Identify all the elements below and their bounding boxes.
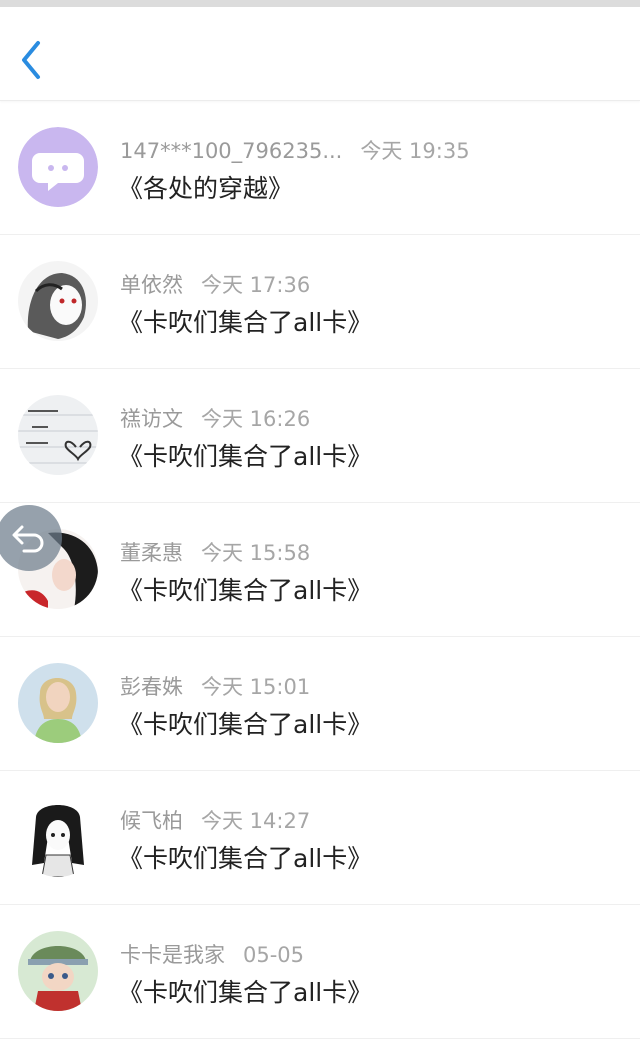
message-preview: 《卡吹们集合了all卡》	[118, 308, 373, 337]
conversation-list: 147***100_796235... 今天 19:35 《各处的穿越》 单依然今…	[0, 101, 640, 1039]
avatar[interactable]	[18, 395, 98, 475]
timestamp: 今天 19:35	[360, 139, 470, 163]
conversation-row[interactable]: 候飞柏 今天 14:27 《卡吹们集合了all卡》	[0, 771, 640, 905]
message-preview: 《卡吹们集合了all卡》	[118, 442, 373, 471]
anime-character-avatar	[18, 931, 98, 1011]
message-preview: 《卡吹们集合了all卡》	[118, 978, 373, 1007]
sender-name: 禚访文	[120, 407, 183, 431]
sender-name: 候飞柏	[120, 809, 183, 833]
timestamp: 今天 15:58	[201, 541, 311, 565]
message-preview: 《卡吹们集合了all卡》	[118, 576, 373, 605]
status-strip	[0, 0, 640, 7]
chevron-left-icon	[22, 41, 40, 79]
sender-name: 卡卡是我家	[120, 943, 225, 967]
conversation-meta: 候飞柏 今天 14:27	[120, 805, 310, 833]
back-button[interactable]	[14, 37, 54, 83]
message-preview: 《卡吹们集合了all卡》	[118, 710, 373, 739]
top-bar	[0, 7, 640, 101]
avatar[interactable]	[18, 663, 98, 743]
timestamp: 今天 14:27	[201, 809, 311, 833]
conversation-row[interactable]: 董柔惠 今天 15:58 《卡吹们集合了all卡》	[0, 503, 640, 637]
conversation-meta: 卡卡是我家 05-05	[120, 939, 304, 967]
sender-name: 董柔惠	[120, 541, 183, 565]
timestamp: 今天 15:01	[201, 675, 311, 699]
sender-name: 147***100_796235...	[120, 139, 343, 163]
timestamp: 05-05	[243, 943, 305, 967]
message-preview: 《各处的穿越》	[118, 174, 294, 203]
conversation-row[interactable]: 147***100_796235... 今天 19:35 《各处的穿越》	[0, 101, 640, 235]
avatar[interactable]	[18, 797, 98, 877]
conversation-meta: 禚访文 今天 16:26	[120, 403, 310, 431]
blonde-woman-avatar	[18, 663, 98, 743]
sender-name: 彭春姝	[120, 675, 183, 699]
avatar[interactable]	[18, 261, 98, 341]
conversation-row[interactable]: 单依然 今天 17:36 《卡吹们集合了all卡》	[0, 235, 640, 369]
sketch-portrait-avatar	[18, 261, 98, 341]
message-preview: 《卡吹们集合了all卡》	[118, 844, 373, 873]
conversation-meta: 彭春姝 今天 15:01	[120, 671, 310, 699]
timestamp: 今天 16:26	[201, 407, 311, 431]
avatar[interactable]	[18, 127, 98, 207]
anime-girl-sketch-avatar	[18, 797, 98, 877]
purple-chat-bubble-icon	[18, 127, 98, 207]
avatar[interactable]	[18, 931, 98, 1011]
conversation-row[interactable]: 卡卡是我家 05-05 《卡吹们集合了all卡》	[0, 905, 640, 1039]
return-arrow-icon	[12, 525, 44, 553]
conversation-row[interactable]: 彭春姝 今天 15:01 《卡吹们集合了all卡》	[0, 637, 640, 771]
handwritten-note-avatar	[18, 395, 98, 475]
timestamp: 今天 17:36	[201, 273, 311, 297]
conversation-meta: 单依然 今天 17:36	[120, 269, 310, 297]
conversation-meta: 147***100_796235... 今天 19:35	[120, 135, 470, 163]
conversation-meta: 董柔惠 今天 15:58	[120, 537, 310, 565]
conversation-row[interactable]: 禚访文 今天 16:26 《卡吹们集合了all卡》	[0, 369, 640, 503]
sender-name: 单依然	[120, 273, 183, 297]
